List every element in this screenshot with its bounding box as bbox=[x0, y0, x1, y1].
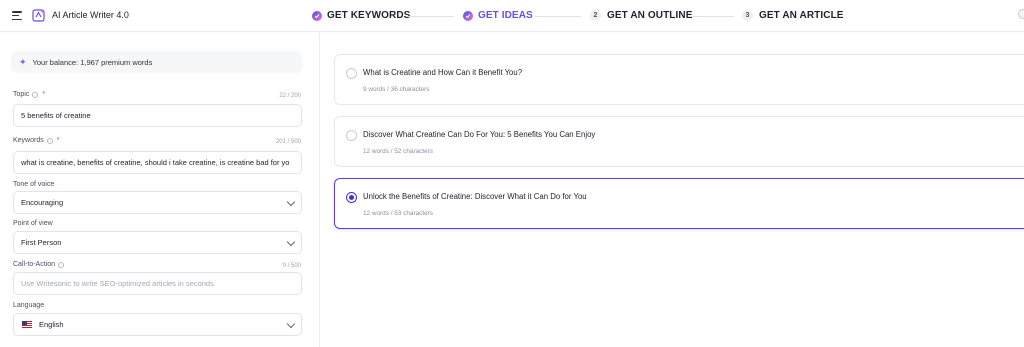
cta-counter: 0 / 500 bbox=[282, 263, 301, 269]
cta-label: Call-to-Action bbox=[13, 261, 65, 268]
top-bar: AI Article Writer 4.0 GET KEYWORDS GET I… bbox=[0, 0, 1024, 32]
pov-label: Point of view bbox=[13, 220, 53, 227]
chevron-down-icon bbox=[286, 237, 296, 247]
topic-label: Topic * bbox=[13, 91, 45, 98]
topic-input[interactable]: 5 benefits of creatine bbox=[13, 104, 302, 127]
check-icon bbox=[312, 10, 322, 21]
step-label: GET AN ARTICLE bbox=[759, 10, 844, 21]
topic-counter: 22 / 200 bbox=[279, 93, 301, 99]
chevron-down-icon bbox=[286, 319, 296, 329]
balance-text: Your balance: 1,967 premium words bbox=[32, 57, 153, 67]
info-icon[interactable] bbox=[46, 137, 53, 144]
step-get-article[interactable]: 3 GET AN ARTICLE bbox=[742, 10, 844, 21]
check-icon bbox=[463, 10, 473, 21]
stepper: GET KEYWORDS GET IDEAS 2 GET AN OUTLINE … bbox=[0, 0, 1024, 32]
language-select[interactable]: English bbox=[13, 313, 302, 336]
idea-meta: 12 words / 52 characters bbox=[363, 148, 433, 155]
pov-value: First Person bbox=[21, 238, 62, 247]
bolt-icon: ✦ bbox=[19, 56, 27, 67]
step-get-keywords[interactable]: GET KEYWORDS bbox=[312, 10, 410, 21]
idea-meta: 12 words / 53 characters bbox=[363, 210, 433, 217]
topic-label-text: Topic bbox=[13, 91, 30, 98]
idea-card[interactable]: What is Creatine and How Can it Benefit … bbox=[334, 54, 1024, 105]
step-divider bbox=[535, 16, 581, 17]
info-icon[interactable] bbox=[58, 261, 65, 268]
cta-input[interactable]: Use Writesonic to write SEO-optimized ar… bbox=[13, 272, 302, 295]
idea-card[interactable]: Discover What Creatine Can Do For You: 5… bbox=[334, 116, 1024, 167]
idea-title: Discover What Creatine Can Do For You: 5… bbox=[363, 130, 596, 139]
info-icon[interactable] bbox=[32, 91, 39, 98]
step-divider bbox=[688, 16, 734, 17]
step-get-outline[interactable]: 2 GET AN OUTLINE bbox=[590, 10, 692, 21]
step-number: 2 bbox=[590, 10, 601, 21]
idea-title: What is Creatine and How Can it Benefit … bbox=[363, 68, 523, 77]
cta-label-text: Call-to-Action bbox=[13, 261, 56, 268]
balance-banner: ✦ Your balance: 1,967 premium words bbox=[11, 51, 302, 73]
required-mark: * bbox=[42, 91, 46, 98]
radio-button[interactable] bbox=[346, 68, 357, 79]
keywords-input[interactable]: what is creatine, benefits of creatine, … bbox=[13, 151, 302, 174]
ideas-panel: What is Creatine and How Can it Benefit … bbox=[321, 33, 1024, 347]
settings-panel: ✦ Your balance: 1,967 premium words Topi… bbox=[0, 33, 320, 347]
pov-select[interactable]: First Person bbox=[13, 231, 302, 254]
idea-meta: 9 words / 36 characters bbox=[363, 86, 430, 93]
radio-button-selected[interactable] bbox=[346, 192, 357, 203]
keywords-label-text: Keywords bbox=[13, 137, 44, 144]
step-number: 3 bbox=[742, 10, 753, 21]
user-avatar[interactable] bbox=[1018, 9, 1024, 19]
language-value: English bbox=[39, 320, 64, 329]
tone-value: Encouraging bbox=[21, 198, 64, 207]
language-label: Language bbox=[13, 302, 45, 309]
tone-select[interactable]: Encouraging bbox=[13, 191, 302, 214]
step-get-ideas[interactable]: GET IDEAS bbox=[463, 10, 533, 21]
idea-title: Unlock the Benefits of Creatine: Discove… bbox=[363, 192, 587, 201]
keywords-counter: 201 / 500 bbox=[275, 139, 301, 145]
us-flag-icon bbox=[22, 321, 32, 328]
step-label: GET AN OUTLINE bbox=[607, 10, 693, 21]
required-mark: * bbox=[56, 137, 60, 144]
step-label: GET IDEAS bbox=[478, 10, 533, 21]
step-divider bbox=[408, 16, 454, 17]
step-label: GET KEYWORDS bbox=[327, 10, 411, 21]
chevron-down-icon bbox=[286, 197, 296, 207]
keywords-label: Keywords * bbox=[13, 137, 59, 144]
radio-button[interactable] bbox=[346, 130, 357, 141]
tone-label: Tone of voice bbox=[13, 181, 55, 188]
idea-card-selected[interactable]: Unlock the Benefits of Creatine: Discove… bbox=[334, 178, 1024, 229]
